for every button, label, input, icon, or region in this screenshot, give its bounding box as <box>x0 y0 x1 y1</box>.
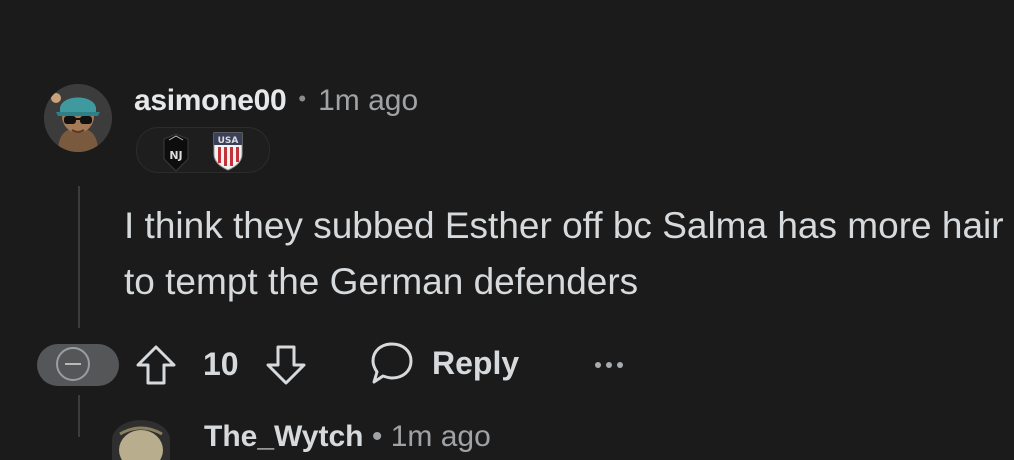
comment-body: I think they subbed Esther off bc Salma … <box>124 205 1004 302</box>
separator-dot: • <box>298 86 307 111</box>
comment-header: asimone00 • 1m ago <box>134 84 418 118</box>
next-comment-header: The_Wytch • 1m ago <box>204 420 491 454</box>
username[interactable]: asimone00 <box>134 84 287 118</box>
thread-line[interactable] <box>78 186 80 328</box>
reply-button[interactable]: Reply <box>370 340 519 386</box>
reply-label: Reply <box>432 344 520 381</box>
flair-ny-text: NJ <box>169 149 182 162</box>
vote-score: 10 <box>203 346 239 382</box>
collapse-button[interactable] <box>37 344 119 386</box>
ellipsis-icon <box>595 362 623 368</box>
ny-gotham-crest-icon: NJ <box>161 133 191 178</box>
upvote-button[interactable] <box>134 343 178 392</box>
thread-line-lower[interactable] <box>78 395 80 437</box>
upvote-arrow-icon <box>136 345 176 385</box>
flair-usa-text: USA <box>218 136 239 146</box>
more-options-button[interactable] <box>592 350 626 385</box>
downvote-arrow-icon <box>266 345 306 385</box>
user-flair: NJ USA <box>136 127 270 173</box>
usa-crest-icon: USA <box>211 130 245 177</box>
timestamp[interactable]: 1m ago <box>318 84 418 118</box>
avatar[interactable] <box>44 84 112 152</box>
speech-bubble-icon <box>371 342 413 384</box>
downvote-button[interactable] <box>264 343 308 392</box>
next-comment-avatar[interactable] <box>112 420 170 460</box>
